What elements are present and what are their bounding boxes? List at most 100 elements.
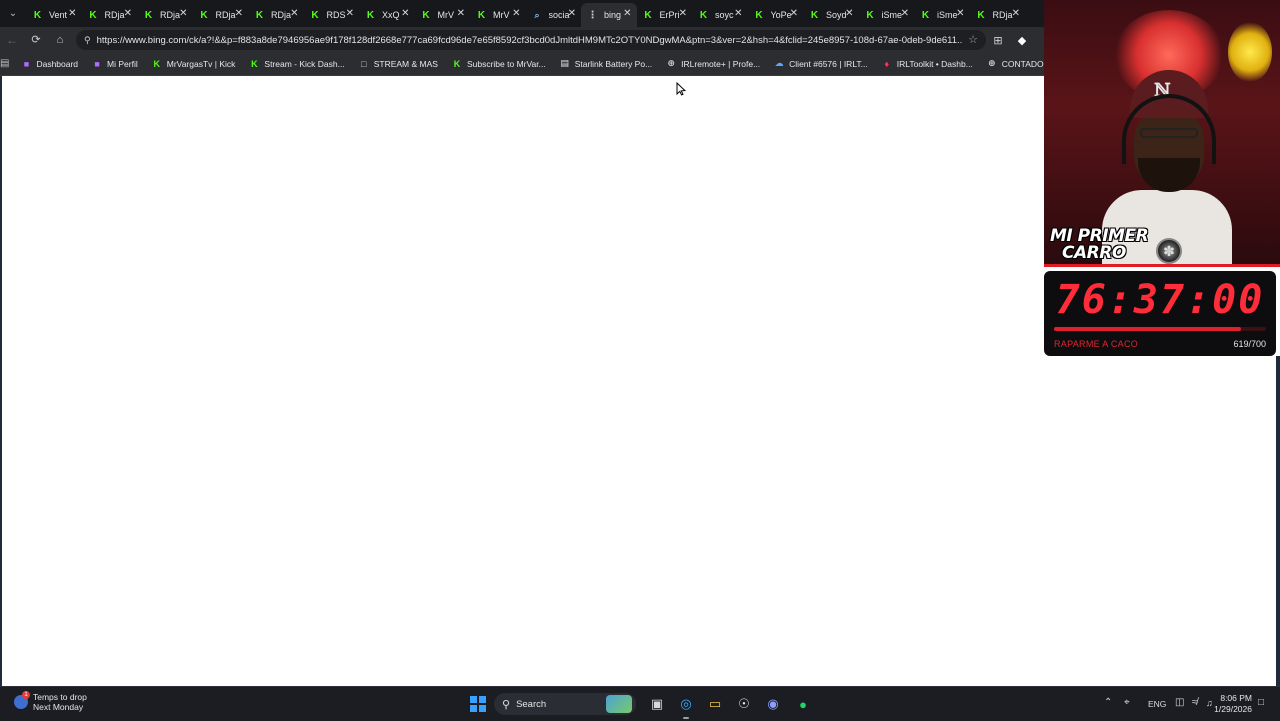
bookmark-item[interactable]: ■ Mi Perfil: [92, 58, 138, 69]
tab-close-icon[interactable]: ✕: [1012, 8, 1020, 19]
search-icon: ⚲: [502, 698, 511, 711]
extensions-icon[interactable]: ⊞: [988, 31, 1008, 49]
tab-close-icon[interactable]: ✕: [901, 8, 909, 19]
browser-tab[interactable]: K RDja ✕: [82, 3, 138, 27]
sidebar-toggle-icon[interactable]: ▤: [0, 58, 9, 69]
browser-tab[interactable]: K YoPe ✕: [748, 3, 804, 27]
tab-close-icon[interactable]: ✕: [512, 8, 520, 19]
notifications-icon[interactable]: □: [1258, 697, 1264, 708]
twitch-icon: ■: [23, 58, 30, 69]
taskbar-search[interactable]: ⚲ Search: [494, 693, 636, 715]
browser-tab[interactable]: K MrV ✕: [415, 3, 471, 27]
stop-loading-button[interactable]: ⟳: [24, 28, 48, 52]
browser-tab[interactable]: K RDja ✕: [970, 3, 1026, 27]
tray-network-status-icon[interactable]: ⌖: [1124, 697, 1130, 708]
browser-tab[interactable]: KiSme ✕: [859, 3, 915, 27]
bookmark-item[interactable]: ⊕ IRLremote+ | Profe...: [666, 58, 760, 69]
page-content-blank[interactable]: [0, 76, 1044, 686]
browser-tab[interactable]: ⋮ bing ✕: [581, 3, 637, 27]
browser-tab[interactable]: KiSme ✕: [914, 3, 970, 27]
edge-browser-icon[interactable]: ◎: [677, 695, 695, 713]
favorite-star-icon[interactable]: ☆: [968, 33, 978, 46]
tab-close-icon[interactable]: ✕: [179, 8, 187, 19]
overlay-divider: [1044, 264, 1280, 267]
tab-close-icon[interactable]: ✕: [68, 8, 76, 19]
bookmark-item[interactable]: □ STREAM & MAS: [359, 59, 438, 69]
language-indicator[interactable]: ENG: [1148, 699, 1166, 709]
irltoolkit-icon: ♦: [884, 58, 890, 69]
monitor-icon[interactable]: ◫: [1175, 697, 1184, 708]
neon-sign-yellow: [1228, 22, 1272, 82]
weather-subtitle: Next Monday: [33, 702, 84, 712]
tab-close-icon[interactable]: ✕: [623, 8, 631, 19]
tab-actions-menu-icon[interactable]: ⌄: [0, 0, 26, 27]
folder-icon: □: [361, 58, 367, 69]
kick-icon: K: [422, 9, 430, 21]
browser-tab[interactable]: K RDS ✕: [304, 3, 360, 27]
bookmark-label: Subscribe to MrVar...: [466, 58, 546, 69]
obs-app-icon[interactable]: ☉: [735, 695, 753, 713]
tab-close-icon[interactable]: ✕: [679, 8, 687, 19]
spotify-icon[interactable]: ●: [794, 695, 812, 713]
url-text[interactable]: https://www.bing.com/ck/a?!&&p=f883a8de7…: [97, 35, 962, 46]
browser-tab[interactable]: K RDja ✕: [193, 3, 249, 27]
bookmark-item[interactable]: ■ Dashboard: [21, 59, 78, 69]
goal-label: RAPARME A CACO: [1054, 339, 1139, 349]
browser-tab[interactable]: Ksoyc ✕: [692, 3, 748, 27]
tab-close-icon[interactable]: ✕: [235, 8, 243, 19]
globe-icon: ⊕: [667, 58, 675, 68]
browser-tab[interactable]: K MrV ✕: [470, 3, 526, 27]
tab-close-icon[interactable]: ✕: [845, 8, 853, 19]
kick-icon: K: [153, 58, 161, 69]
tab-close-icon[interactable]: ✕: [568, 8, 576, 19]
bookmark-item[interactable]: ⊕ CONTADOR: [987, 58, 1050, 69]
loading-icon: ⋮: [587, 9, 598, 21]
extension-diamond-icon[interactable]: ◆: [1012, 31, 1032, 49]
bookmark-item[interactable]: K Subscribe to MrVar...: [452, 59, 546, 69]
lock-icon[interactable]: ⚲: [84, 35, 91, 46]
bookmark-label: Mi Perfil: [107, 58, 138, 69]
timer-digits: 76:37:00: [1055, 277, 1265, 323]
file-explorer-icon[interactable]: ▭: [706, 695, 724, 713]
windows-start-icon[interactable]: [469, 695, 487, 713]
bookmark-item[interactable]: K Stream - Kick Dash...: [249, 59, 345, 69]
tab-close-icon[interactable]: ✕: [457, 8, 465, 19]
kick-icon: K: [977, 9, 985, 21]
browser-tab[interactable]: K XxQ ✕: [359, 3, 415, 27]
weather-widget[interactable]: 1 Temps to drop Next Monday: [14, 691, 87, 712]
tab-close-icon[interactable]: ✕: [124, 8, 132, 19]
bookmark-item[interactable]: K MrVargasTv | Kick: [152, 59, 236, 69]
tray-overflow-chevron-icon[interactable]: ⌃: [1104, 697, 1112, 708]
page-right-edge: [1276, 356, 1280, 686]
tab-close-icon[interactable]: ✕: [790, 8, 798, 19]
tab-close-icon[interactable]: ✕: [734, 8, 742, 19]
browser-tab[interactable]: K Vent ✕: [26, 3, 82, 27]
weather-title: Temps to drop: [33, 692, 87, 702]
wifi-icon[interactable]: ≉: [1192, 697, 1198, 708]
system-clock[interactable]: 8:06 PM 1/29/2026: [1208, 693, 1252, 715]
browser-tab[interactable]: K Soyd ✕: [803, 3, 859, 27]
bookmark-item[interactable]: ▤ Starlink Battery Po...: [560, 58, 652, 69]
task-view-icon[interactable]: ▣: [648, 695, 666, 713]
mouse-cursor-icon: [676, 82, 686, 96]
windows-taskbar: 1 Temps to drop Next Monday ⚲ Search ▣ ◎…: [0, 686, 1280, 721]
tab-close-icon[interactable]: ✕: [346, 8, 354, 19]
browser-tab[interactable]: K RDja ✕: [137, 3, 193, 27]
discord-icon[interactable]: ◉: [764, 695, 782, 713]
browser-tab[interactable]: ⌕ socia ✕: [526, 3, 582, 27]
search-icon: ⌕: [534, 9, 540, 20]
tab-close-icon[interactable]: ✕: [401, 8, 409, 19]
tab-close-icon[interactable]: ✕: [956, 8, 964, 19]
kick-icon: K: [144, 9, 153, 21]
home-button[interactable]: ⌂: [48, 28, 72, 52]
back-button[interactable]: ←: [0, 28, 24, 52]
address-bar[interactable]: ⚲ https://www.bing.com/ck/a?!&&p=f883a8d…: [76, 30, 986, 50]
tab-close-icon[interactable]: ✕: [290, 8, 298, 19]
bookmark-item[interactable]: ☁ Client #6576 | IRLT...: [774, 58, 868, 69]
globe-icon: ⊕: [988, 58, 996, 68]
browser-tab[interactable]: K RDja ✕: [248, 3, 304, 27]
bookmark-item[interactable]: ♦ IRLToolkit • Dashb...: [882, 58, 972, 69]
clock-time: 8:06 PM: [1220, 693, 1252, 703]
browser-tab[interactable]: K ErPri ✕: [637, 3, 693, 27]
kick-icon: K: [921, 9, 930, 21]
